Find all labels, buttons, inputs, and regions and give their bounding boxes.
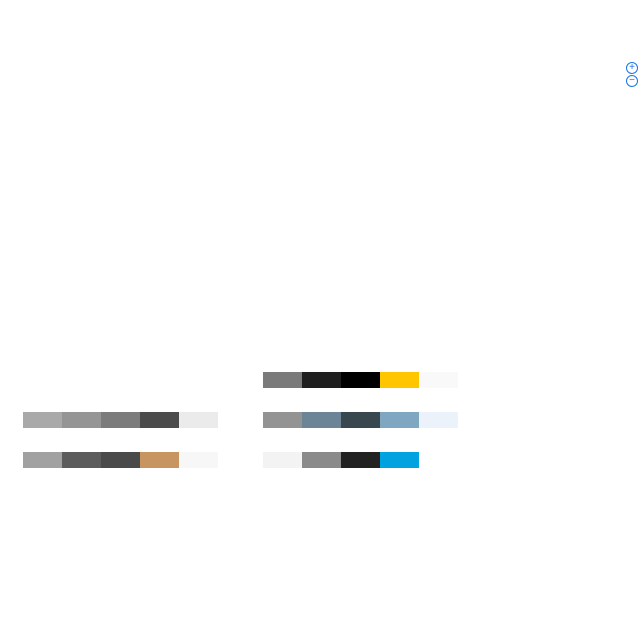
palette-row-1-col-2[interactable]: [263, 372, 458, 388]
palette-swatch: [101, 452, 140, 468]
palette-swatch: [62, 412, 101, 428]
palette-swatch: [140, 412, 179, 428]
palette-swatch: [341, 372, 380, 388]
palette-swatch: [380, 372, 419, 388]
palette-row-3-col-2[interactable]: [263, 452, 458, 468]
palette-swatch: [302, 412, 341, 428]
palette-swatch: [341, 452, 380, 468]
palette-swatch: [62, 452, 101, 468]
palette-swatch: [380, 412, 419, 428]
palette-swatch: [302, 372, 341, 388]
zoom-controls: + −: [626, 62, 640, 87]
palette-swatch: [263, 372, 302, 388]
zoom-out-button[interactable]: −: [626, 75, 638, 87]
palette-row-2-col-2[interactable]: [263, 412, 458, 428]
palette-swatch: [380, 452, 419, 468]
palette-swatch: [101, 412, 140, 428]
palette-swatch: [302, 452, 341, 468]
palette-row-3-col-1[interactable]: [23, 452, 218, 468]
palette-swatch: [341, 412, 380, 428]
palette-swatch: [23, 452, 62, 468]
palette-swatch: [263, 452, 302, 468]
palette-swatch: [179, 412, 218, 428]
palette-grid: [23, 372, 458, 468]
palette-row-1-col-1: [23, 372, 218, 388]
palette-swatch: [179, 452, 218, 468]
palette-swatch: [419, 372, 458, 388]
palette-row-2-col-1[interactable]: [23, 412, 218, 428]
palette-swatch: [419, 452, 458, 468]
plus-circle-icon: +: [629, 62, 635, 73]
palette-swatch: [419, 412, 458, 428]
palette-swatch: [140, 452, 179, 468]
minus-circle-icon: −: [629, 75, 635, 86]
palette-swatch: [23, 412, 62, 428]
zoom-in-button[interactable]: +: [626, 62, 638, 74]
palette-swatch: [263, 412, 302, 428]
